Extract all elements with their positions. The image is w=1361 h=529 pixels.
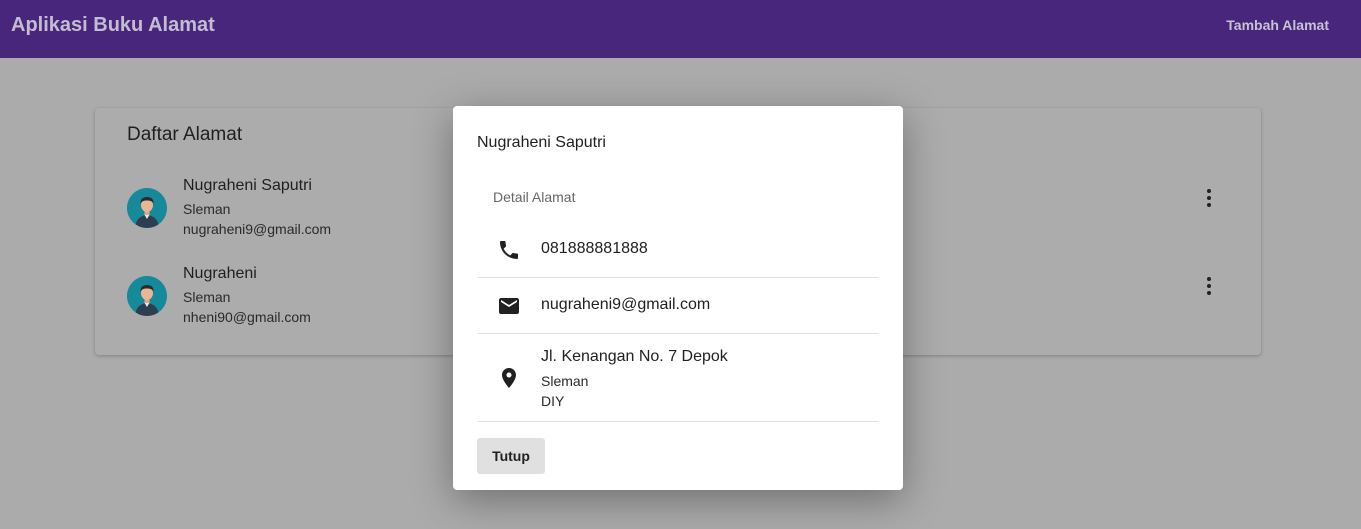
- address-street: Jl. Kenangan No. 7 Depok: [541, 348, 728, 365]
- email-icon: [497, 294, 521, 318]
- address-row: Jl. Kenangan No. 7 Depok Sleman DIY: [477, 334, 879, 422]
- contact-city: Sleman: [183, 201, 231, 217]
- contact-name: Nugraheni: [183, 265, 257, 282]
- address-city: Sleman: [541, 373, 589, 389]
- contact-name: Nugraheni Saputri: [183, 177, 312, 194]
- contact-email: nheni90@gmail.com: [183, 309, 311, 325]
- phone-number: 081888881888: [541, 240, 648, 257]
- email-row: nugraheni9@gmail.com: [477, 278, 879, 334]
- phone-icon: [497, 238, 521, 262]
- more-vert-icon[interactable]: [1197, 274, 1221, 298]
- address-detail-dialog: Nugraheni Saputri Detail Alamat 08188888…: [453, 106, 903, 490]
- person-avatar-icon: [127, 276, 167, 316]
- dialog-subheader: Detail Alamat: [493, 189, 576, 205]
- app-bar: Aplikasi Buku Alamat Tambah Alamat: [0, 0, 1361, 58]
- list-title: Daftar Alamat: [127, 124, 243, 145]
- location-pin-icon: [497, 366, 521, 390]
- close-button[interactable]: Tutup: [477, 438, 545, 474]
- add-address-button[interactable]: Tambah Alamat: [1226, 17, 1329, 33]
- dialog-title: Nugraheni Saputri: [477, 134, 606, 151]
- contact-city: Sleman: [183, 289, 231, 305]
- person-avatar-icon: [127, 188, 167, 228]
- email-address: nugraheni9@gmail.com: [541, 296, 711, 313]
- more-vert-icon[interactable]: [1197, 186, 1221, 210]
- app-title: Aplikasi Buku Alamat: [11, 14, 215, 36]
- address-province: DIY: [541, 393, 565, 409]
- contact-email: nugraheni9@gmail.com: [183, 221, 332, 237]
- phone-row: 081888881888: [477, 222, 879, 278]
